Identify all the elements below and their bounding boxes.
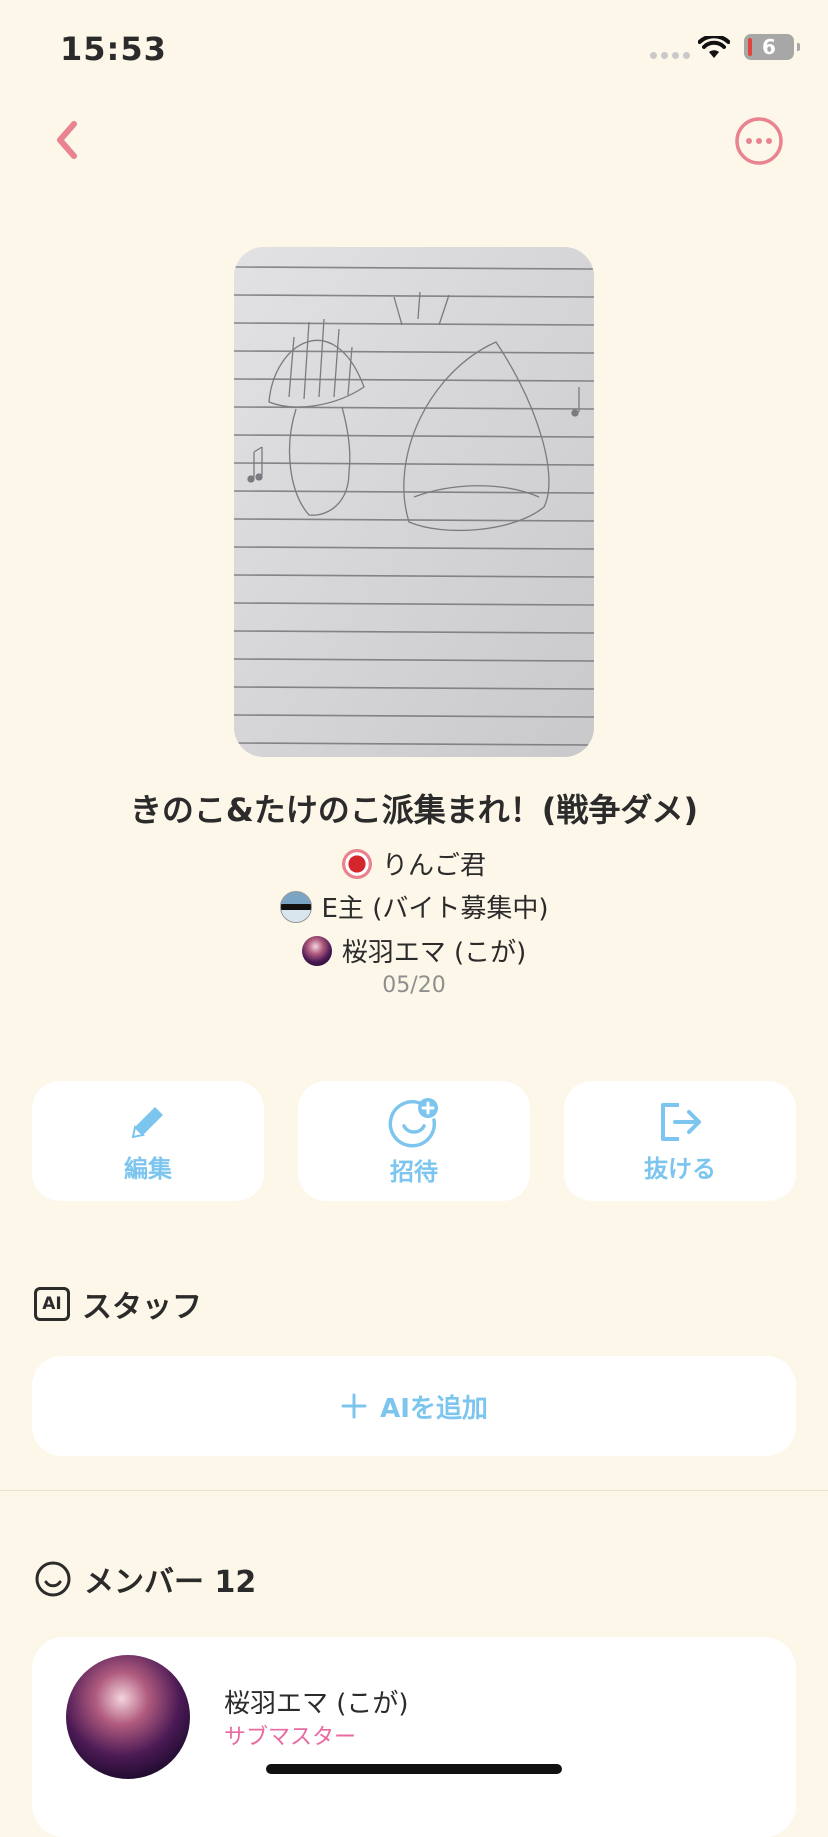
status-bar: 15:53 6 bbox=[0, 0, 828, 100]
wifi-icon bbox=[698, 36, 730, 58]
member-name: 桜羽エマ (こが) bbox=[224, 1689, 409, 1719]
member-role: サブマスター bbox=[224, 1725, 357, 1750]
status-time: 15:53 bbox=[60, 30, 167, 68]
section-divider bbox=[0, 1490, 828, 1491]
member-preview-2: E主 (バイト募集中) bbox=[0, 888, 828, 925]
smiley-icon bbox=[35, 1561, 71, 1597]
avatar bbox=[341, 848, 372, 879]
member-preview-name: りんご君 bbox=[381, 851, 486, 881]
members-header: メンバー 12 bbox=[34, 1557, 256, 1601]
leave-label: 抜ける bbox=[644, 1154, 716, 1183]
pencil-icon bbox=[131, 1106, 163, 1138]
more-options-icon[interactable] bbox=[734, 116, 784, 166]
member-preview-name: E主 (バイト募集中) bbox=[321, 894, 549, 924]
add-ai-label: AIを追加 bbox=[380, 1393, 488, 1424]
plus-icon bbox=[341, 1393, 367, 1419]
leave-button[interactable]: 抜ける bbox=[564, 1081, 796, 1201]
cellular-signal-icon bbox=[650, 52, 690, 59]
edit-label: 編集 bbox=[124, 1154, 172, 1183]
member-preview-3: 桜羽エマ (こが) bbox=[0, 932, 828, 969]
invite-button[interactable]: 招待 bbox=[298, 1081, 530, 1201]
invite-label: 招待 bbox=[390, 1157, 438, 1186]
member-preview-1: りんご君 bbox=[0, 845, 828, 882]
member-preview-name: 桜羽エマ (こが) bbox=[341, 938, 527, 968]
ai-icon: AI bbox=[34, 1287, 70, 1321]
group-date: 05/20 bbox=[382, 973, 446, 998]
avatar bbox=[66, 1655, 190, 1779]
members-header-label: メンバー 12 bbox=[84, 1565, 257, 1600]
battery-icon: 6 bbox=[744, 34, 800, 60]
staff-header: AI スタッフ bbox=[34, 1282, 202, 1326]
add-friend-icon bbox=[388, 1097, 438, 1147]
exit-icon bbox=[661, 1102, 701, 1141]
group-cover-image[interactable] bbox=[234, 247, 594, 757]
avatar bbox=[279, 890, 312, 923]
avatar bbox=[301, 935, 332, 966]
staff-header-label: スタッフ bbox=[82, 1290, 202, 1325]
back-chevron-icon[interactable] bbox=[40, 110, 90, 170]
edit-button[interactable]: 編集 bbox=[32, 1081, 264, 1201]
home-indicator bbox=[266, 1764, 562, 1774]
group-title: きのこ&たけのこ派集まれ！(戦争ダメ) bbox=[129, 791, 699, 829]
add-ai-button[interactable]: AIを追加 bbox=[32, 1356, 796, 1456]
member-list-item[interactable]: 桜羽エマ (こが) サブマスター bbox=[32, 1637, 796, 1837]
